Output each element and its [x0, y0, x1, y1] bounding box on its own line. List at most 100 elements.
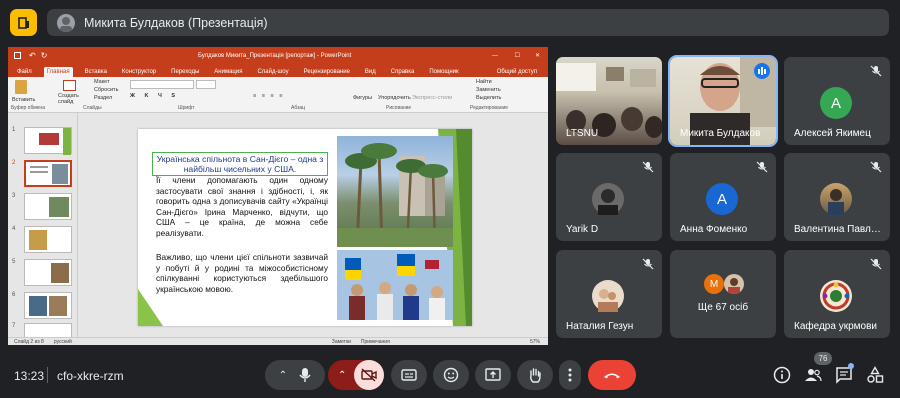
font-name-field[interactable] — [130, 80, 194, 89]
participant-tile[interactable]: Yarik D — [556, 153, 662, 241]
slide-thumb[interactable] — [24, 127, 72, 155]
activities-icon[interactable] — [866, 366, 884, 384]
thumb-number: 4 — [12, 226, 16, 232]
participant-name: Наталия Гезун — [566, 321, 634, 332]
reset-button[interactable]: Сбросить — [94, 87, 118, 93]
ppt-tab[interactable]: Вставка — [82, 67, 110, 77]
ppt-save-icon[interactable] — [14, 52, 21, 59]
slide-thumb[interactable] — [24, 226, 72, 253]
current-slide: Українська спільнота в Сан-Дієго – одна … — [138, 129, 472, 326]
font-size-field[interactable] — [196, 80, 216, 89]
info-icon[interactable] — [773, 366, 791, 384]
chevron-up-icon: ⌃ — [278, 369, 288, 381]
camera-options-button[interactable]: ⌃ — [328, 360, 384, 390]
status-slide-count: Слайд 2 из 8 — [14, 338, 44, 345]
reactions-button[interactable] — [433, 360, 469, 390]
audio-options-button[interactable]: ⌃ — [265, 360, 325, 390]
ppt-tab[interactable]: Конструктор — [119, 67, 159, 77]
slide-thumb[interactable] — [24, 193, 72, 220]
status-language[interactable]: русский — [54, 339, 72, 345]
paste-icon[interactable] — [15, 80, 27, 94]
chat-unread-dot — [848, 363, 854, 369]
mic-icon — [299, 368, 311, 382]
shapes-button[interactable]: Фигуры — [353, 95, 372, 101]
presentation-chip[interactable]: Микита Булдаков (Презентація) — [47, 9, 889, 36]
ppt-share-button[interactable]: Общий доступ — [494, 67, 540, 77]
ribbon-group-label: Редактирование — [470, 105, 509, 111]
slide-thumb[interactable] — [24, 292, 72, 319]
mic-off-icon — [870, 65, 882, 77]
participant-tile[interactable]: А Алексей Якимец — [784, 57, 890, 145]
hand-icon — [530, 368, 541, 383]
meet-logo-icon — [10, 9, 37, 36]
participant-name: Микита Булдаков — [680, 128, 761, 139]
arrange-button[interactable]: Упорядочить — [378, 95, 411, 101]
new-slide-button[interactable]: Создать слайд — [58, 93, 84, 105]
layout-button[interactable]: Макет — [94, 79, 110, 85]
ppt-maximize-icon[interactable]: ☐ — [515, 52, 520, 59]
status-notes[interactable]: Заметки — [332, 339, 351, 345]
slide-thumb[interactable] — [24, 259, 72, 286]
ppt-close-icon[interactable]: ✕ — [535, 52, 540, 59]
status-zoom[interactable]: 57% — [530, 339, 540, 345]
shared-screen: ↶ ↻ Булдаков Микита_Презентація [репорта… — [8, 47, 548, 345]
ppt-workspace: 1 2 3 4 5 6 7 Українська спільнота в Сан… — [8, 113, 548, 337]
people-icon[interactable] — [804, 366, 822, 384]
leave-call-button[interactable] — [588, 360, 636, 390]
ppt-minimize-icon[interactable]: — — [492, 53, 498, 59]
ppt-tab[interactable]: Рецензирование — [301, 67, 353, 77]
more-participants-label: Ще 67 осіб — [697, 302, 749, 313]
participant-tile[interactable]: А Анна Фоменко — [670, 153, 776, 241]
more-options-button[interactable] — [559, 360, 581, 390]
ppt-tab[interactable]: Главная — [43, 67, 73, 77]
ppt-tab[interactable]: Слайд-шоу — [254, 67, 291, 77]
status-comments[interactable]: Примечания — [361, 339, 390, 345]
participant-tile[interactable]: Кафедра укрмови — [784, 250, 890, 338]
find-button[interactable]: Найти — [476, 79, 492, 85]
ppt-window-title: Булдаков Микита_Презентація [репортаж] -… — [198, 52, 352, 59]
raise-hand-button[interactable] — [517, 360, 553, 390]
ppt-tab[interactable]: Анимация — [211, 67, 245, 77]
slide-thumb[interactable] — [24, 323, 72, 337]
participant-name: Алексей Якимец — [794, 128, 871, 139]
new-slide-icon[interactable] — [63, 80, 76, 91]
paste-button[interactable]: Вставить — [12, 97, 35, 103]
mic-off-icon — [870, 161, 882, 173]
participant-avatar: А — [706, 183, 738, 215]
section-button[interactable]: Раздел — [94, 95, 112, 101]
participant-photo — [592, 183, 624, 215]
quick-styles-button[interactable]: Экспресс-стили — [412, 95, 452, 101]
mic-off-icon — [642, 161, 654, 173]
ppt-tab[interactable]: Переходы — [168, 67, 202, 77]
ppt-tab[interactable]: Помощник — [426, 67, 461, 77]
ppt-redo-icon[interactable]: ↻ — [41, 51, 48, 60]
ppt-tabs: Файл Главная Вставка Конструктор Переход… — [8, 64, 548, 77]
participant-tile[interactable]: Валентина Павл… — [784, 153, 890, 241]
top-bar: Микита Булдаков (Презентація) — [0, 0, 900, 46]
replace-button[interactable]: Заменить — [476, 87, 501, 93]
font-format-row[interactable]: Ж K Ч S — [130, 93, 179, 99]
ppt-ribbon: Вставить Создать слайд Макет Сбросить Ра… — [8, 77, 548, 113]
ppt-tab[interactable]: Файл — [14, 67, 35, 77]
presenter-label: Микита Булдаков (Презентація) — [84, 15, 268, 30]
participant-tile-speaking[interactable]: Микита Булдаков — [668, 55, 778, 147]
mic-off-icon — [870, 258, 882, 270]
participant-avatar: А — [820, 87, 852, 119]
thumb-number: 5 — [12, 259, 16, 265]
present-button[interactable] — [475, 360, 511, 390]
participant-tile[interactable]: LTSNU — [556, 57, 662, 145]
paragraph-align-row[interactable]: ≡ ≡ ≡ ≡ — [253, 93, 284, 99]
meeting-code: cfo-xkre-rzm — [57, 369, 124, 383]
ribbon-group-label: Буфер обмена — [11, 105, 45, 111]
ppt-undo-icon[interactable]: ↶ — [29, 51, 36, 60]
participant-tile[interactable]: Наталия Гезун — [556, 250, 662, 338]
select-button[interactable]: Выделить — [476, 95, 501, 101]
ribbon-group-label: Шрифт — [178, 105, 195, 111]
ppt-tab[interactable]: Справка — [388, 67, 418, 77]
captions-button[interactable] — [391, 360, 427, 390]
slide-thumb-active[interactable] — [24, 160, 72, 187]
mic-off-icon — [756, 161, 768, 173]
ppt-tab[interactable]: Вид — [362, 67, 379, 77]
more-vert-icon — [568, 368, 572, 382]
more-participants-tile[interactable]: М Ще 67 осіб — [670, 250, 776, 338]
